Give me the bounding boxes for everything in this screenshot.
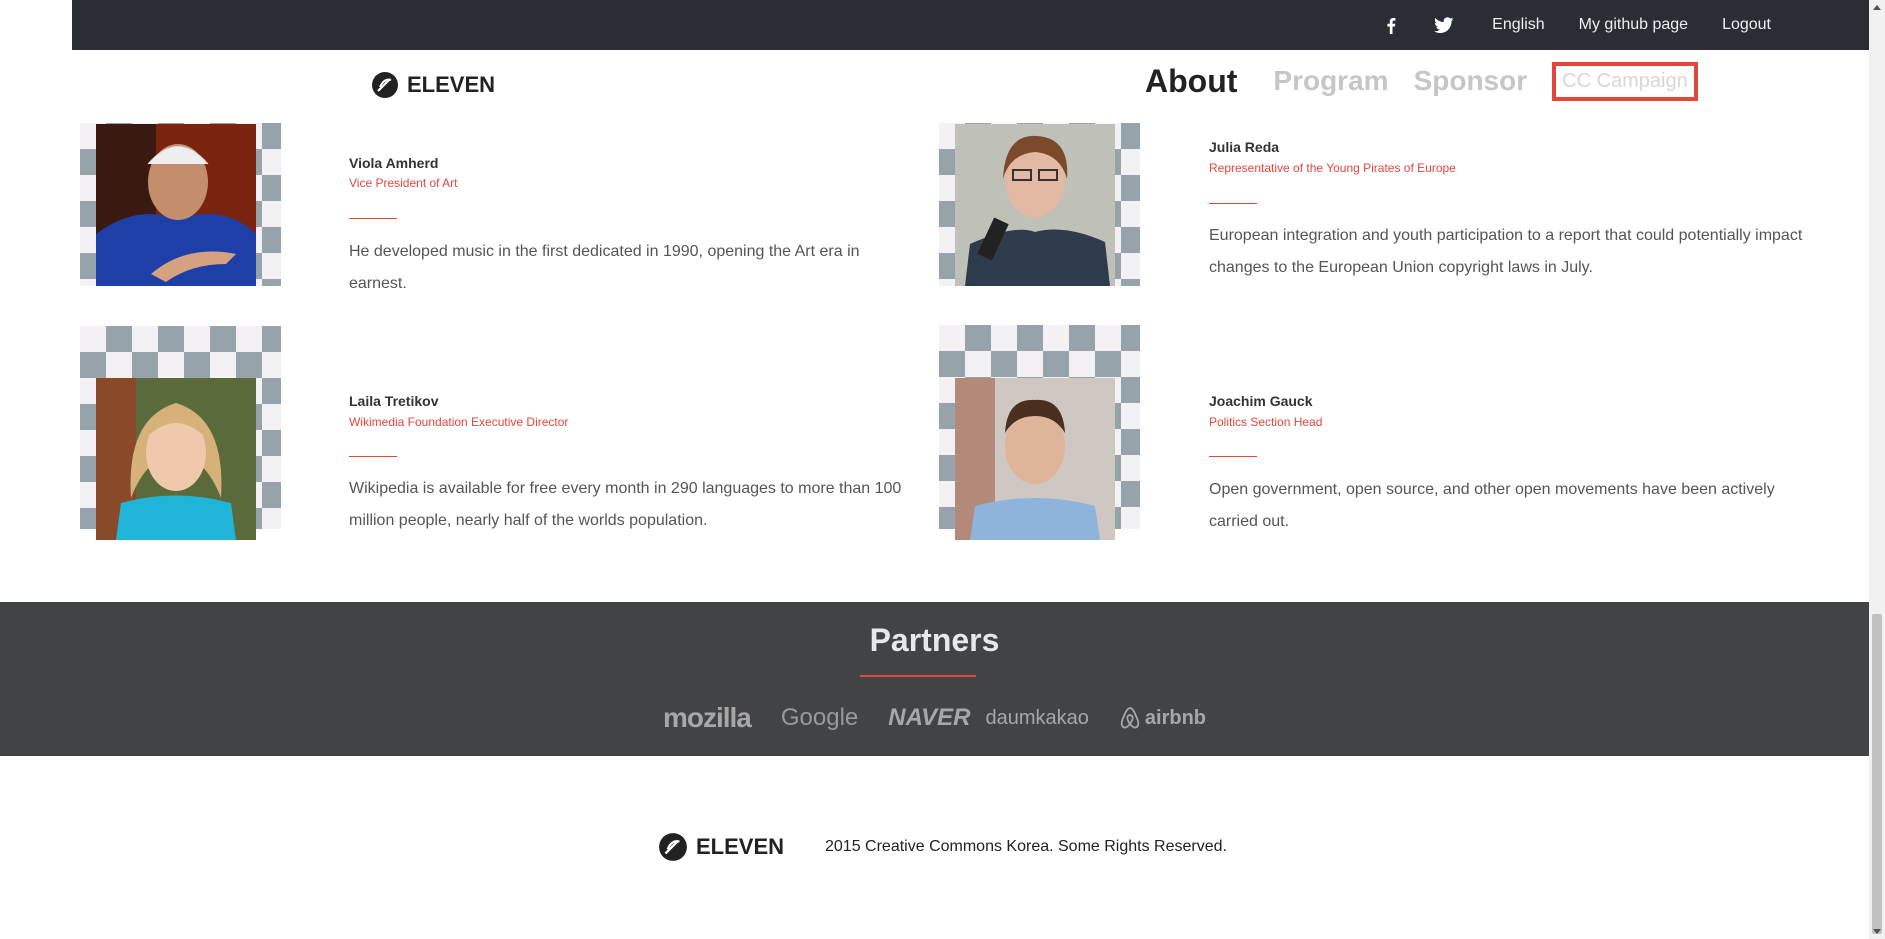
- nav-about[interactable]: About: [1145, 63, 1237, 100]
- scroll-up-icon[interactable]: [1873, 5, 1881, 10]
- footer-logo-text: ELEVEN: [696, 834, 785, 859]
- person-photo: [96, 378, 256, 540]
- logout-link[interactable]: Logout: [1722, 16, 1771, 34]
- header-logo[interactable]: ELEVEN: [371, 71, 495, 99]
- person-desc: European integration and youth participa…: [1209, 227, 1803, 276]
- eleven-logo-icon: [659, 833, 687, 861]
- copyright-text: 2015 Creative Commons Korea. Some Rights…: [825, 838, 1227, 855]
- partners-title: Partners: [869, 622, 1000, 658]
- person-role: Wikimedia Foundation Executive Director: [349, 415, 569, 429]
- github-link[interactable]: My github page: [1579, 16, 1688, 34]
- partner-logos: mozilla Google NAVER daumkakao airbnb: [0, 702, 1869, 734]
- page-scrollbar[interactable]: [1869, 0, 1885, 939]
- divider: [1209, 456, 1257, 457]
- scrollbar-thumb[interactable]: [1872, 614, 1882, 934]
- partners-section: Partners mozilla Google NAVER daumkakao …: [0, 602, 1869, 756]
- scroll-down-icon[interactable]: [1873, 929, 1881, 934]
- person-desc: Open government, open source, and other …: [1209, 481, 1775, 530]
- person-photo: [955, 378, 1115, 540]
- eleven-logo-icon: [372, 72, 398, 98]
- airbnb-label: airbnb: [1144, 706, 1207, 729]
- partner-google[interactable]: Google: [781, 704, 858, 732]
- partners-divider: [860, 675, 976, 677]
- top-bar: English My github page Logout: [72, 0, 1869, 50]
- partner-mozilla[interactable]: mozilla: [663, 702, 752, 734]
- person-role: Representative of the Young Pirates of E…: [1209, 161, 1456, 175]
- footer-logo[interactable]: ELEVEN: [658, 832, 784, 862]
- logo-text: ELEVEN: [407, 72, 496, 97]
- person-name: Viola Amherd: [349, 155, 439, 171]
- twitter-icon[interactable]: [1434, 16, 1454, 34]
- language-link[interactable]: English: [1492, 16, 1544, 34]
- partner-airbnb[interactable]: airbnb: [1119, 706, 1206, 730]
- divider: [349, 456, 397, 457]
- nav-program[interactable]: Program: [1273, 65, 1388, 97]
- partner-naver[interactable]: NAVER: [888, 704, 970, 732]
- top-links: English My github page Logout: [1386, 0, 1869, 50]
- airbnb-icon: [1120, 707, 1140, 729]
- person-desc: Wikipedia is available for free every mo…: [349, 480, 902, 529]
- person-photo: [955, 124, 1115, 286]
- divider: [1209, 203, 1257, 204]
- person-role: Vice President of Art: [349, 176, 458, 190]
- partner-daumkakao[interactable]: daumkakao: [986, 707, 1089, 730]
- main-nav: About Program Sponsor CC Campaign: [1145, 58, 1698, 104]
- divider: [349, 218, 397, 219]
- person-role: Politics Section Head: [1209, 415, 1323, 429]
- person-photo: [96, 124, 256, 286]
- person-name: Laila Tretikov: [349, 393, 439, 409]
- nav-sponsor[interactable]: Sponsor: [1414, 65, 1528, 97]
- person-desc: He developed music in the first dedicate…: [349, 243, 860, 292]
- facebook-icon[interactable]: [1386, 17, 1396, 34]
- nav-cc-campaign[interactable]: CC Campaign: [1552, 61, 1698, 101]
- person-name: Julia Reda: [1209, 139, 1280, 155]
- person-name: Joachim Gauck: [1209, 393, 1313, 409]
